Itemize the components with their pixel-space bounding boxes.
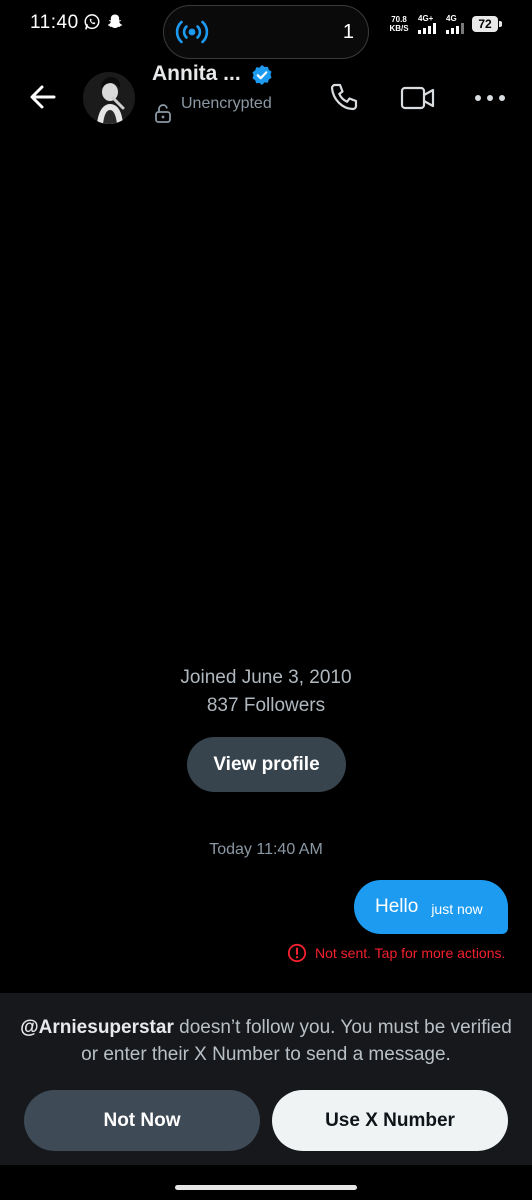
signal-1-label: 4G+ [418,14,434,23]
network-speed: 70.8 KB/S [386,15,412,33]
view-profile-button[interactable]: View profile [187,737,346,792]
call-button[interactable] [326,80,362,116]
network-speed-value: 70.8 [391,15,407,24]
verified-badge-icon [252,65,272,85]
user-handle[interactable]: @Arniesuperstar [20,1017,174,1038]
battery-tip [499,21,502,27]
back-button[interactable] [24,78,62,116]
message-error[interactable]: Not sent. Tap for more actions. [287,943,505,963]
video-call-button[interactable] [399,80,437,116]
sheet-message: @Arniesuperstar doesn’t follow you. You … [20,1014,512,1068]
status-time: 11:40 [30,12,79,33]
battery-indicator: 72 [472,16,502,32]
contact-name[interactable]: Annita ... [152,62,241,86]
error-circle-icon [287,943,307,963]
not-now-button[interactable]: Not Now [24,1090,260,1151]
phone-icon [330,83,358,111]
message-time: just now [431,900,483,917]
signal-strength-2: 4G [446,14,468,34]
use-x-number-button[interactable]: Use X Number [272,1090,508,1151]
message-text: Hello [375,896,419,917]
conversation-timestamp: Today 11:40 AM [209,841,323,858]
followers-count: 837 Followers [206,695,326,716]
signal-2-label: 4G [446,14,457,23]
sent-message-bubble[interactable]: Hello just now [354,880,508,934]
signal-bars-icon [418,23,436,34]
snapchat-icon [107,14,123,28]
error-text: Not sent. Tap for more actions. [315,945,506,961]
encryption-status: Unencrypted [181,95,272,112]
signal-bars-icon [446,23,464,34]
joined-date: Joined June 3, 2010 [180,667,352,688]
arrow-left-icon [30,85,56,109]
status-bar: 11:40 1 70.8 KB/S 4G+ 4G 72 [0,0,532,59]
dynamic-island[interactable]: 1 [163,5,369,59]
more-horizontal-icon [475,95,505,101]
whatsapp-icon [84,14,100,30]
broadcast-icon [175,20,209,44]
video-camera-icon [400,86,435,110]
home-indicator[interactable] [175,1185,357,1190]
avatar[interactable] [83,72,135,124]
signal-strength-1: 4G+ [418,14,440,34]
unlock-icon [155,104,171,123]
island-count: 1 [342,21,354,43]
more-options-button[interactable] [472,83,508,113]
network-speed-unit: KB/S [389,24,409,33]
follow-required-sheet: @Arniesuperstar doesn’t follow you. You … [0,993,532,1165]
battery-level: 72 [472,16,498,32]
avatar-image [83,72,135,124]
